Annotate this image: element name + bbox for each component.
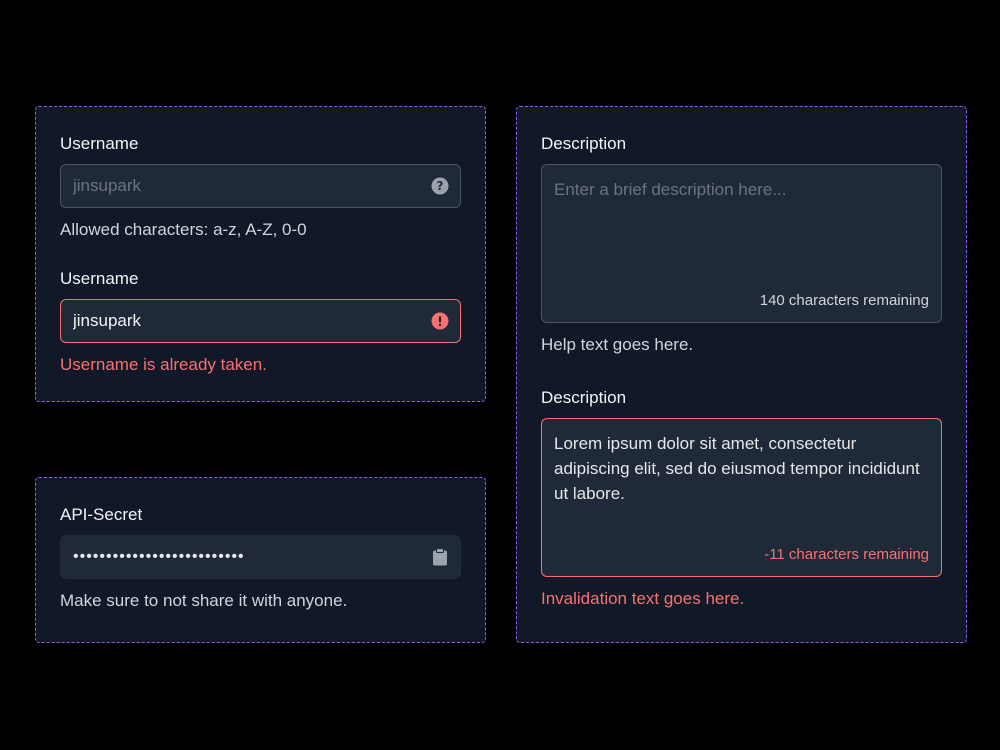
username-error-label: Username [60,269,139,288]
api-secret-field: API-Secret •••••••••••••••••••••••••• Ma… [60,504,461,612]
description-error-textarea[interactable]: Lorem ipsum dolor sit amet, consectetur … [541,418,942,577]
api-secret-panel: API-Secret •••••••••••••••••••••••••• Ma… [35,477,486,643]
description-help-text: Help text goes here. [541,335,694,354]
api-secret-label: API-Secret [60,505,143,524]
description-placeholder: Enter a brief description here... [554,180,787,199]
description-counter: 140 characters remaining [759,292,929,309]
alert-circle-icon [431,312,449,330]
description-textarea[interactable]: Enter a brief description here... 140 ch… [541,164,942,323]
description-error-counter: -11 characters remaining [764,546,929,563]
username-error-text: Username is already taken. [60,355,267,374]
api-secret-input[interactable]: •••••••••••••••••••••••••• [60,535,461,579]
description-panel: Description Enter a brief description he… [516,106,967,643]
username-help-text: Allowed characters: a-z, A-Z, 0-0 [60,220,307,239]
help-circle-icon[interactable]: ? [431,177,449,195]
clipboard-icon[interactable] [431,548,449,566]
username-placeholder: jinsupark [73,176,142,195]
username-field-error: Username jinsupark Username is already t… [60,268,461,376]
username-error-input[interactable]: jinsupark [60,299,461,343]
username-panel: Username jinsupark ? Allowed characters:… [35,106,486,402]
description-field-default: Description Enter a brief description he… [541,133,942,356]
description-error-label: Description [541,388,627,407]
description-error-text: Invalidation text goes here. [541,589,745,608]
api-secret-help: Make sure to not share it with anyone. [60,591,348,610]
description-value: Lorem ipsum dolor sit amet, consectetur … [554,434,920,503]
username-label: Username [60,134,139,153]
username-value: jinsupark [73,311,142,330]
description-field-error: Description Lorem ipsum dolor sit amet, … [541,387,942,610]
svg-text:?: ? [437,179,444,193]
description-label: Description [541,134,627,153]
api-secret-value: •••••••••••••••••••••••••• [73,548,245,565]
username-input[interactable]: jinsupark ? [60,164,461,208]
username-field-default: Username jinsupark ? Allowed characters:… [60,133,461,241]
